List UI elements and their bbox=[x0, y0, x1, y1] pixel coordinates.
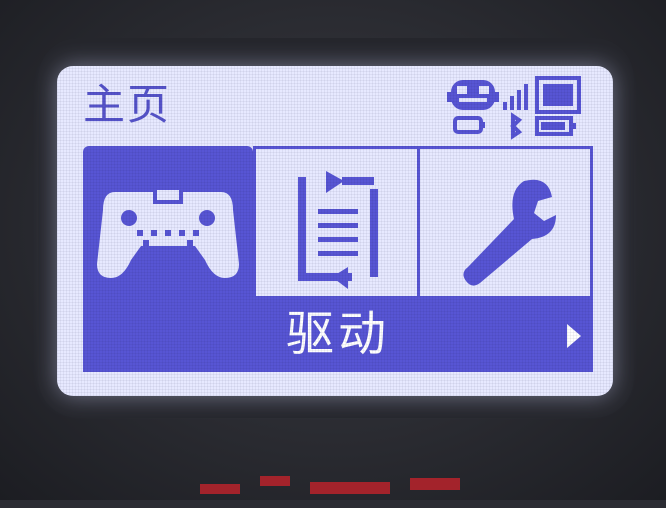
update-icon bbox=[298, 171, 378, 289]
page-title: 主页 bbox=[83, 80, 172, 129]
wrench-icon bbox=[463, 179, 556, 286]
next-arrow-icon[interactable] bbox=[565, 322, 583, 350]
main-menu: 驱动 bbox=[83, 146, 593, 376]
status-bar bbox=[447, 76, 581, 140]
gamepad-icon bbox=[97, 186, 239, 278]
battery-icon bbox=[535, 76, 581, 136]
lcd-screen: 主页 驱动 bbox=[57, 66, 613, 396]
robot-icon bbox=[447, 80, 499, 134]
signal-strength-icon bbox=[503, 84, 528, 110]
menu-item-drive[interactable] bbox=[83, 146, 253, 296]
selected-item-label: 驱动 bbox=[285, 306, 390, 362]
selected-item-label-bar: 驱动 bbox=[83, 296, 593, 372]
bluetooth-icon bbox=[510, 112, 523, 140]
brand-mark bbox=[200, 476, 460, 494]
menu-item-update[interactable] bbox=[253, 146, 420, 296]
menu-item-settings[interactable] bbox=[420, 146, 593, 296]
